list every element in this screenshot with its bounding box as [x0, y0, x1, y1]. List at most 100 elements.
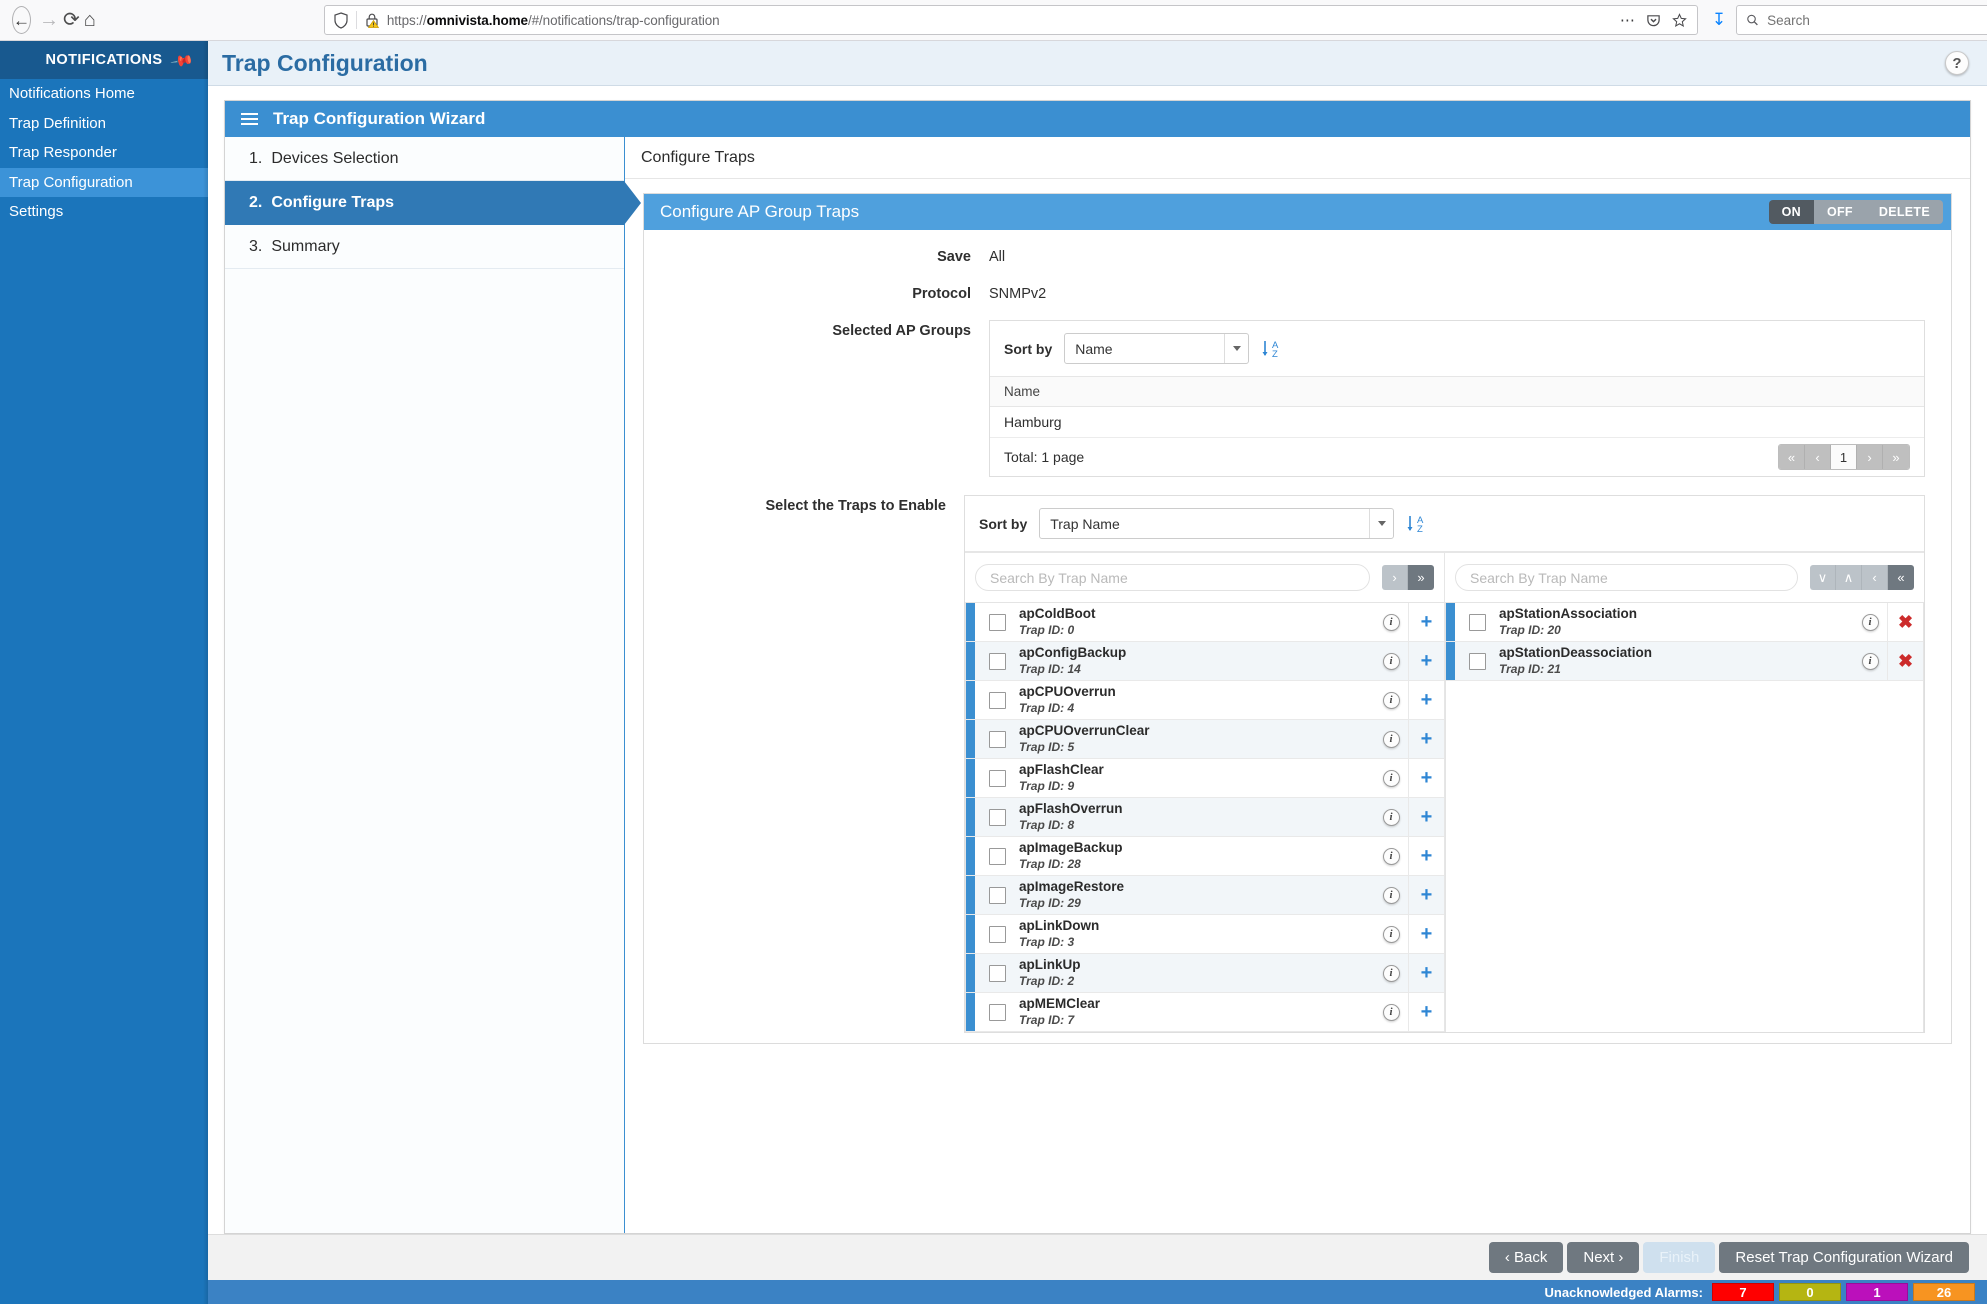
insecure-lock-warning-icon[interactable]	[364, 12, 380, 28]
table-row[interactable]: Hamburg	[990, 407, 1924, 438]
row-checkbox[interactable]	[989, 692, 1006, 709]
add-trap-button[interactable]: +	[1408, 954, 1444, 992]
row-checkbox[interactable]	[1469, 653, 1486, 670]
add-trap-button[interactable]: +	[1408, 759, 1444, 797]
row-checkbox-cell[interactable]	[975, 837, 1019, 875]
sidebar-item-settings[interactable]: Settings	[0, 197, 208, 227]
row-checkbox[interactable]	[989, 770, 1006, 787]
available-traps-list[interactable]: apColdBoot Trap ID: 0 i +	[965, 602, 1444, 1032]
info-icon[interactable]: i	[1853, 642, 1887, 680]
browser-search-input[interactable]	[1767, 13, 1987, 28]
info-icon[interactable]: i	[1374, 759, 1408, 797]
search-input[interactable]	[1470, 570, 1783, 586]
row-checkbox[interactable]	[989, 731, 1006, 748]
row-checkbox-cell[interactable]	[1455, 642, 1499, 680]
add-trap-button[interactable]: +	[1408, 915, 1444, 953]
info-icon[interactable]: i	[1374, 720, 1408, 758]
row-checkbox-cell[interactable]	[975, 993, 1019, 1031]
downloads-icon[interactable]: ↧	[1712, 10, 1726, 30]
pager-current-page[interactable]: 1	[1831, 445, 1857, 469]
traps-sort-select[interactable]: Trap Name	[1039, 508, 1394, 539]
browser-search-bar[interactable]	[1736, 5, 1987, 35]
browser-home-icon[interactable]: ⌂	[84, 4, 96, 36]
pin-icon[interactable]: 📌	[169, 48, 195, 74]
list-item[interactable]: apStationDeassociation Trap ID: 21 i ✖	[1446, 642, 1923, 681]
row-checkbox[interactable]	[989, 809, 1006, 826]
list-item[interactable]: apColdBoot Trap ID: 0 i +	[966, 603, 1444, 642]
back-button[interactable]: ‹ Back	[1489, 1242, 1564, 1273]
sidebar-item-trap-responder[interactable]: Trap Responder	[0, 138, 208, 168]
pager-last[interactable]: »	[1883, 445, 1909, 469]
add-trap-button[interactable]: +	[1408, 837, 1444, 875]
list-item[interactable]: apStationAssociation Trap ID: 20 i ✖	[1446, 603, 1923, 642]
add-trap-button[interactable]: +	[1408, 681, 1444, 719]
info-icon[interactable]: i	[1374, 993, 1408, 1031]
list-item[interactable]: apCPUOverrunClear Trap ID: 5 i +	[966, 720, 1444, 759]
info-icon[interactable]: i	[1374, 837, 1408, 875]
row-checkbox-cell[interactable]	[1455, 603, 1499, 641]
row-checkbox-cell[interactable]	[975, 720, 1019, 758]
url-text[interactable]: https://omnivista.home/#/notifications/t…	[387, 13, 720, 28]
pager-first[interactable]: «	[1779, 445, 1805, 469]
move-selected-right-button[interactable]: ›	[1382, 565, 1408, 590]
row-checkbox-cell[interactable]	[975, 954, 1019, 992]
info-icon[interactable]: i	[1374, 642, 1408, 680]
sidebar-item-trap-configuration[interactable]: Trap Configuration	[0, 168, 208, 198]
list-item[interactable]: apImageBackup Trap ID: 28 i +	[966, 837, 1444, 876]
row-checkbox[interactable]	[989, 614, 1006, 631]
move-up-button[interactable]: ∧	[1836, 565, 1862, 590]
row-checkbox-cell[interactable]	[975, 798, 1019, 836]
pocket-icon[interactable]	[1646, 13, 1661, 28]
sidebar-item-notifications-home[interactable]: Notifications Home	[0, 79, 208, 109]
wizard-menu-icon[interactable]	[241, 113, 258, 125]
address-bar[interactable]: https://omnivista.home/#/notifications/t…	[324, 5, 1698, 35]
move-all-left-button[interactable]: «	[1888, 565, 1914, 590]
row-checkbox[interactable]	[989, 1004, 1006, 1021]
add-trap-button[interactable]: +	[1408, 720, 1444, 758]
selected-traps-list[interactable]: apStationAssociation Trap ID: 20 i ✖	[1445, 602, 1924, 1032]
on-button[interactable]: ON	[1769, 200, 1814, 224]
panel-scroll-area[interactable]: Configure AP Group Traps ON OFF DELETE	[625, 179, 1970, 1233]
row-checkbox[interactable]	[989, 887, 1006, 904]
off-button[interactable]: OFF	[1814, 200, 1866, 224]
list-item[interactable]: apFlashOverrun Trap ID: 8 i +	[966, 798, 1444, 837]
page-actions-icon[interactable]: ⋯	[1620, 13, 1635, 28]
row-checkbox-cell[interactable]	[975, 759, 1019, 797]
next-button[interactable]: Next ›	[1567, 1242, 1639, 1273]
status-badge-critical[interactable]: 7	[1712, 1283, 1774, 1301]
info-icon[interactable]: i	[1374, 681, 1408, 719]
remove-trap-button[interactable]: ✖	[1887, 642, 1923, 680]
status-badge-minor[interactable]: 1	[1846, 1283, 1908, 1301]
row-checkbox[interactable]	[1469, 614, 1486, 631]
browser-reload-icon[interactable]: ⟳	[63, 4, 80, 36]
bookmark-star-icon[interactable]	[1672, 13, 1687, 28]
pager-prev[interactable]: ‹	[1805, 445, 1831, 469]
tracking-shield-icon[interactable]	[333, 12, 349, 29]
sidebar-item-trap-definition[interactable]: Trap Definition	[0, 109, 208, 139]
delete-button[interactable]: DELETE	[1866, 200, 1943, 224]
info-icon[interactable]: i	[1374, 876, 1408, 914]
list-item[interactable]: apCPUOverrun Trap ID: 4 i +	[966, 681, 1444, 720]
status-badge-warning[interactable]: 26	[1913, 1283, 1975, 1301]
row-checkbox[interactable]	[989, 926, 1006, 943]
row-checkbox-cell[interactable]	[975, 876, 1019, 914]
info-icon[interactable]: i	[1853, 603, 1887, 641]
browser-forward-icon[interactable]: →	[39, 4, 59, 36]
row-checkbox-cell[interactable]	[975, 681, 1019, 719]
info-icon[interactable]: i	[1374, 798, 1408, 836]
info-icon[interactable]: i	[1374, 915, 1408, 953]
browser-back-icon[interactable]: ←	[12, 6, 31, 34]
remove-trap-button[interactable]: ✖	[1887, 603, 1923, 641]
row-checkbox[interactable]	[989, 965, 1006, 982]
search-input[interactable]	[990, 570, 1355, 586]
add-trap-button[interactable]: +	[1408, 642, 1444, 680]
add-trap-button[interactable]: +	[1408, 798, 1444, 836]
ap-groups-sort-select[interactable]: Name	[1064, 333, 1249, 364]
help-icon[interactable]: ?	[1945, 51, 1969, 75]
add-trap-button[interactable]: +	[1408, 876, 1444, 914]
chevron-down-icon[interactable]	[1224, 334, 1248, 363]
chevron-down-icon[interactable]	[1369, 509, 1393, 538]
list-item[interactable]: apImageRestore Trap ID: 29 i +	[966, 876, 1444, 915]
move-all-right-button[interactable]: »	[1408, 565, 1434, 590]
info-icon[interactable]: i	[1374, 954, 1408, 992]
